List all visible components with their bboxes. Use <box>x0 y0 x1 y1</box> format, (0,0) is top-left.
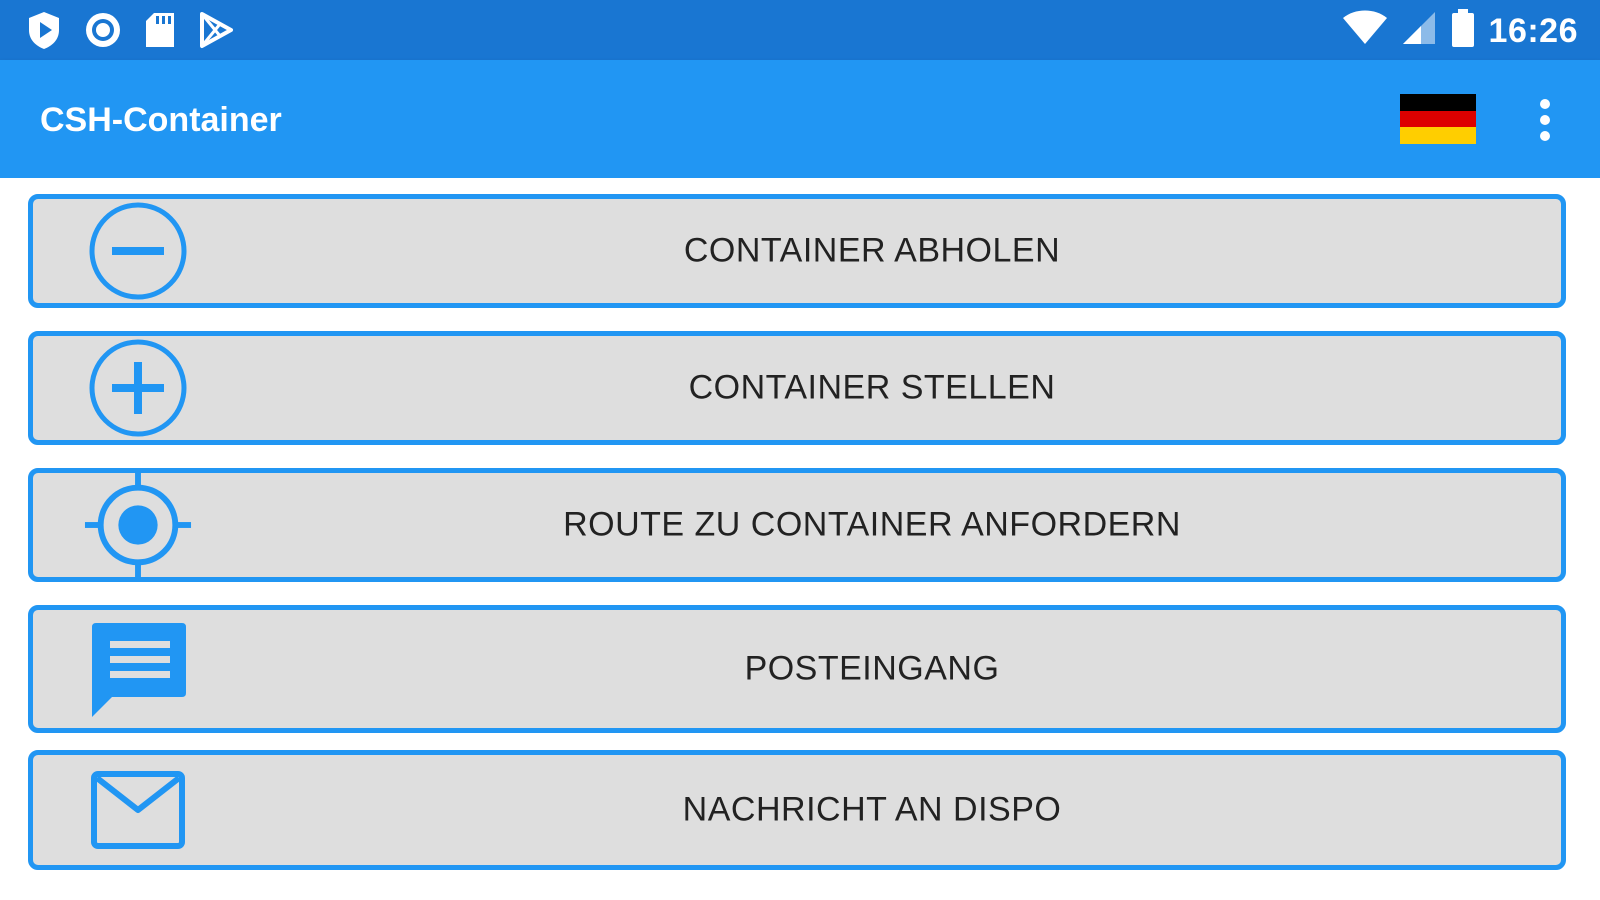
container-abholen-button[interactable]: CONTAINER ABHOLEN <box>28 194 1566 308</box>
route-anfordern-label: ROUTE ZU CONTAINER ANFORDERN <box>563 505 1181 544</box>
play-store-icon <box>198 11 234 49</box>
cell-signal-icon <box>1401 10 1437 51</box>
shield-play-icon <box>26 10 62 50</box>
notification-icons <box>26 10 234 50</box>
status-bar: 16:26 <box>0 0 1600 60</box>
container-stellen-label: CONTAINER STELLEN <box>688 368 1056 407</box>
record-icon <box>84 11 122 49</box>
nachricht-an-dispo-label: NACHRICHT AN DISPO <box>682 790 1062 829</box>
route-anfordern-button[interactable]: ROUTE ZU CONTAINER ANFORDERN <box>28 468 1566 582</box>
app-title: CSH-Container <box>40 101 282 139</box>
container-stellen-button[interactable]: CONTAINER STELLEN <box>28 331 1566 445</box>
wifi-icon <box>1342 10 1387 51</box>
container-abholen-label: CONTAINER ABHOLEN <box>683 231 1061 270</box>
status-time: 16:26 <box>1488 11 1578 50</box>
nachricht-an-dispo-button[interactable]: NACHRICHT AN DISPO <box>28 750 1566 870</box>
sd-card-icon <box>144 11 176 49</box>
app-bar: CSH-Container <box>0 60 1600 178</box>
battery-icon <box>1451 8 1475 53</box>
more-vert-icon[interactable] <box>1530 98 1560 142</box>
system-status: 16:26 <box>1342 8 1578 53</box>
posteingang-label: POSTEINGANG <box>744 649 1000 688</box>
germany-flag-icon[interactable] <box>1400 94 1476 144</box>
posteingang-button[interactable]: POSTEINGANG <box>28 605 1566 733</box>
main-menu: CONTAINER ABHOLEN CONTAINER STELLEN ROUT… <box>0 178 1600 900</box>
